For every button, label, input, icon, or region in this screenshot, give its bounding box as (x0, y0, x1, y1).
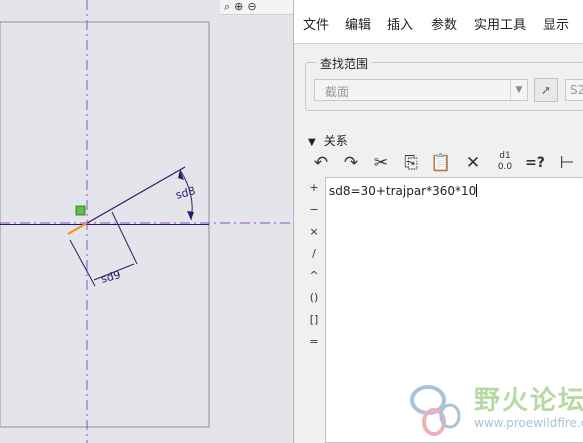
scope-type-value: 截面 (325, 85, 350, 99)
relations-editor[interactable]: sd8=30+trajpar*360*10 野火论坛 www.proewildf… (325, 177, 583, 443)
sd9-ext2 (111, 211, 138, 265)
delete-icon[interactable]: ✕ (460, 151, 486, 175)
menu-file[interactable]: 文件 (303, 14, 329, 33)
menu-utilities[interactable]: 实用工具 (474, 14, 526, 33)
zoom-in-icon[interactable]: ⊕ (234, 0, 243, 14)
search-scope-title: 查找范围 (316, 55, 373, 72)
collapse-triangle-icon[interactable]: ▼ (308, 137, 316, 148)
relations-dialog: 文件 编辑 插入 参数 实用工具 显示 查找范围 截面 ▼ ➚ S2 ▼ 关系 ↶… (293, 0, 583, 443)
verify-icon[interactable]: =? (522, 151, 548, 175)
scope-part-field[interactable]: S2 (565, 79, 583, 101)
butterfly-logo-icon (410, 385, 461, 436)
copy-icon[interactable]: ⎘ (398, 151, 424, 175)
watermark-url: www.proewildfire.cn (474, 416, 583, 430)
menu-edit[interactable]: 编辑 (345, 14, 371, 33)
zoom-toolbar: ⌕ ⊕ ⊖ (220, 0, 293, 15)
zoom-out-icon[interactable]: ⊖ (247, 0, 256, 14)
operator-power[interactable]: ^ (306, 269, 322, 282)
insert-dimension-icon[interactable]: ⊢ (554, 151, 580, 175)
select-pointer-button[interactable]: ➚ (534, 78, 558, 102)
relations-header[interactable]: ▼ 关系 (308, 132, 348, 149)
undo-icon[interactable]: ↶ (308, 151, 334, 175)
operator-divide[interactable]: / (306, 247, 322, 260)
menu-bar: 文件 编辑 插入 参数 实用工具 显示 (294, 0, 583, 44)
chevron-down-icon[interactable]: ▼ (510, 80, 527, 100)
evaluate-icon[interactable]: d1 0.0 (492, 151, 518, 175)
operator-equals[interactable]: = (306, 335, 322, 348)
operator-brackets[interactable]: [] (306, 313, 322, 326)
relations-toolbar: ↶ ↷ ✂ ⎘ 📋 ✕ d1 0.0 =? ⊢ (308, 151, 583, 175)
scope-type-select[interactable]: 截面 ▼ (314, 79, 528, 101)
cursor-arrow-icon: ➚ (540, 83, 552, 97)
sd9-ext1 (69, 239, 96, 287)
sketch-canvas[interactable]: sd8 sd9 (0, 0, 293, 443)
constraint-icon (75, 205, 86, 216)
operator-plus[interactable]: + (306, 181, 322, 194)
cut-icon[interactable]: ✂ (368, 151, 394, 175)
watermark: 野火论坛 www.proewildfire.cn (406, 378, 583, 438)
menu-insert[interactable]: 插入 (387, 14, 413, 33)
relation-text[interactable]: sd8=30+trajpar*360*10 (329, 184, 478, 198)
relation-expression: sd8=30+trajpar*360*10 (329, 184, 477, 198)
operator-parentheses[interactable]: () (306, 291, 322, 304)
menu-parameters[interactable]: 参数 (431, 14, 457, 33)
redo-icon[interactable]: ↷ (338, 151, 364, 175)
paste-icon[interactable]: 📋 (428, 151, 454, 175)
zoom-fit-icon[interactable]: ⌕ (224, 0, 230, 14)
text-caret (476, 184, 478, 197)
graphics-window[interactable]: sd8 sd9 ⌕ ⊕ ⊖ (0, 0, 293, 443)
sd8-label[interactable]: sd8 (174, 184, 196, 202)
relations-title: 关系 (323, 134, 348, 148)
watermark-title: 野火论坛 (474, 386, 583, 416)
sd9-label[interactable]: sd9 (100, 268, 122, 286)
menu-display[interactable]: 显示 (543, 14, 569, 33)
operator-minus[interactable]: − (306, 203, 322, 216)
operator-multiply[interactable]: × (306, 225, 322, 238)
